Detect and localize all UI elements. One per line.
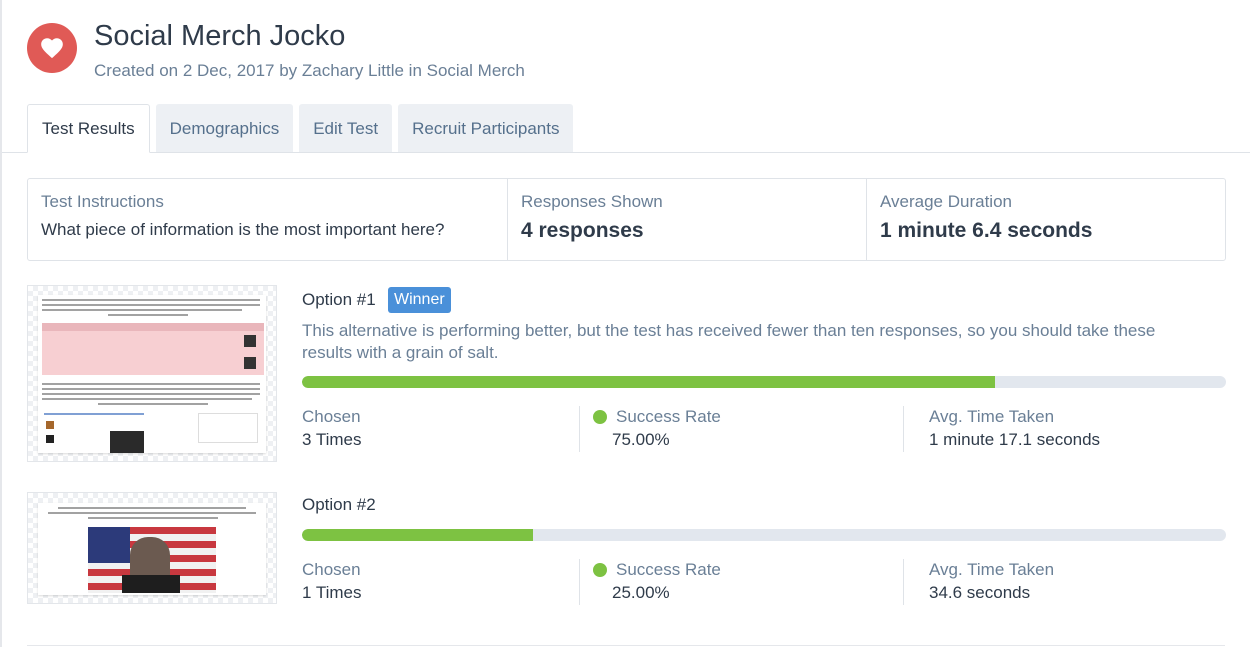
option-2-progress-fill: [302, 529, 533, 541]
tab-bar: Test Results Demographics Edit Test Recr…: [27, 104, 574, 153]
success-rate-label: Success Rate: [593, 560, 721, 580]
option-1-thumbnail[interactable]: [27, 285, 277, 462]
stat-divider: [579, 559, 580, 605]
instructions-cell: Test Instructions What piece of informat…: [28, 179, 508, 260]
stat-divider: [903, 559, 904, 605]
tab-edit-test[interactable]: Edit Test: [299, 104, 393, 153]
stat-divider: [903, 406, 904, 452]
option-2-title: Option #2: [302, 495, 376, 514]
status-dot-icon: [593, 563, 607, 577]
option-1-description: This alternative is performing better, b…: [302, 321, 1156, 362]
avg-time-label: Avg. Time Taken: [929, 407, 1055, 426]
instructions-value: What piece of information is the most im…: [41, 220, 445, 239]
duration-cell: Average Duration 1 minute 6.4 seconds: [867, 179, 1225, 260]
option-1-chosen: Chosen 3 Times: [302, 407, 362, 450]
thumbnail-page: [38, 503, 266, 595]
tab-recruit-participants[interactable]: Recruit Participants: [398, 104, 574, 153]
avg-time-value: 1 minute 17.1 seconds: [929, 430, 1101, 449]
option-1-success-rate: Success Rate 75.00%: [593, 407, 721, 450]
option-2-thumbnail[interactable]: [27, 492, 277, 604]
section-divider: [27, 645, 1225, 646]
summary-panel: Test Instructions What piece of informat…: [27, 178, 1226, 261]
option-1-progress-fill: [302, 376, 995, 388]
duration-label: Average Duration: [880, 192, 1012, 211]
avg-time-value: 34.6 seconds: [929, 583, 1031, 602]
status-dot-icon: [593, 410, 607, 424]
option-1-progress-track: [302, 376, 1226, 388]
option-2-success-rate: Success Rate 25.00%: [593, 560, 721, 603]
chosen-label: Chosen: [302, 560, 361, 579]
tab-demographics[interactable]: Demographics: [155, 104, 294, 153]
chosen-value: 3 Times: [302, 430, 362, 449]
page-title: Social Merch Jocko: [94, 20, 346, 52]
chosen-value: 1 Times: [302, 583, 362, 602]
option-2-avg-time: Avg. Time Taken 34.6 seconds: [929, 560, 1054, 603]
responses-label: Responses Shown: [521, 192, 663, 211]
instructions-label: Test Instructions: [41, 192, 164, 211]
heart-icon: [27, 23, 77, 73]
chosen-label: Chosen: [302, 407, 361, 426]
duration-value: 1 minute 6.4 seconds: [880, 219, 1093, 242]
success-rate-label: Success Rate: [593, 407, 721, 427]
thumbnail-page: [38, 295, 266, 453]
avg-time-label: Avg. Time Taken: [929, 560, 1055, 579]
success-rate-value: 75.00%: [612, 430, 670, 449]
tab-test-results[interactable]: Test Results: [27, 104, 150, 153]
option-1-avg-time: Avg. Time Taken 1 minute 17.1 seconds: [929, 407, 1100, 450]
responses-cell: Responses Shown 4 responses: [508, 179, 867, 260]
winner-badge: Winner: [388, 287, 451, 313]
option-2-chosen: Chosen 1 Times: [302, 560, 362, 603]
option-2-progress-track: [302, 529, 1226, 541]
responses-value: 4 responses: [521, 219, 644, 242]
success-rate-value: 25.00%: [612, 583, 670, 602]
stat-divider: [579, 406, 580, 452]
page-subtitle: Created on 2 Dec, 2017 by Zachary Little…: [94, 61, 525, 80]
option-1-title: Option #1: [302, 290, 376, 309]
tab-divider: [2, 152, 1250, 153]
